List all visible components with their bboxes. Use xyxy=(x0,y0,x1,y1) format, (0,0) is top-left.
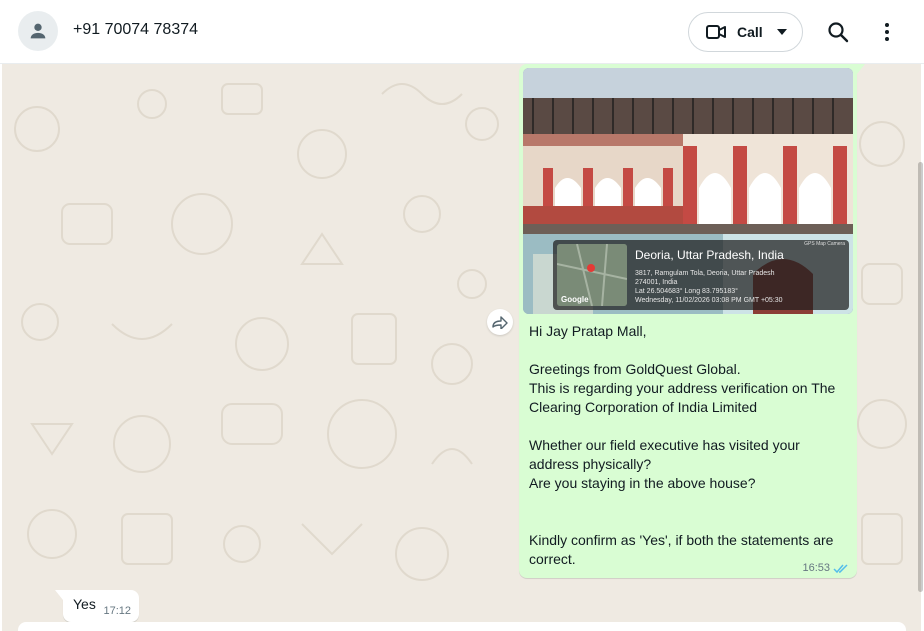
geotag-overlay: Google GPS Map Camera Deoria, Uttar Prad… xyxy=(553,240,849,310)
call-label: Call xyxy=(737,24,763,40)
geotag-address-line1: 3817, Ramgulam Tola, Deoria, Uttar Prade… xyxy=(635,270,775,277)
double-check-icon xyxy=(833,563,848,573)
geotag-datetime: Wednesday, 11/02/2026 03:08 PM GMT +05:3… xyxy=(635,297,783,304)
camera-app-label: GPS Map Camera xyxy=(804,241,845,247)
menu-button[interactable] xyxy=(875,20,899,44)
geotag-map-thumbnail: Google xyxy=(557,244,627,306)
chat-header: +91 70074 78374 Call xyxy=(0,0,924,64)
call-button[interactable]: Call xyxy=(688,12,803,52)
search-button[interactable] xyxy=(826,20,850,44)
geotag-address-line2: 274001, India xyxy=(635,279,678,286)
forward-icon xyxy=(492,316,508,329)
avatar[interactable] xyxy=(18,11,58,51)
incoming-message[interactable]: Yes 17:12 xyxy=(55,590,139,622)
outgoing-message-text: Hi Jay Pratap Mall, Greetings from GoldQ… xyxy=(529,323,836,567)
house-photo[interactable]: Google GPS Map Camera Deoria, Uttar Prad… xyxy=(523,68,853,314)
bubble-tail xyxy=(55,590,63,600)
contact-name[interactable]: +91 70074 78374 xyxy=(73,21,198,39)
chat-scrollbar[interactable] xyxy=(918,64,924,631)
search-icon xyxy=(828,22,849,43)
geotag-place: Deoria, Uttar Pradesh, India xyxy=(635,248,784,262)
outgoing-message[interactable]: Google GPS Map Camera Deoria, Uttar Prad… xyxy=(519,64,865,578)
bubble-tail xyxy=(857,64,865,74)
forward-button[interactable] xyxy=(487,309,513,335)
outgoing-message-meta: 16:53 xyxy=(802,562,849,574)
map-brand: Google xyxy=(561,295,589,304)
geotag-coordinates: Lat 26.504683° Long 83.795183° xyxy=(635,288,738,295)
video-icon xyxy=(706,25,726,39)
more-vertical-icon xyxy=(885,23,889,41)
chevron-down-icon xyxy=(776,29,787,35)
incoming-message-text: Yes xyxy=(73,596,96,612)
person-icon xyxy=(30,23,46,39)
outgoing-message-time: 16:53 xyxy=(802,562,830,574)
scrollbar-thumb[interactable] xyxy=(918,162,923,592)
message-composer[interactable] xyxy=(18,622,906,631)
incoming-message-time: 17:12 xyxy=(103,605,131,617)
